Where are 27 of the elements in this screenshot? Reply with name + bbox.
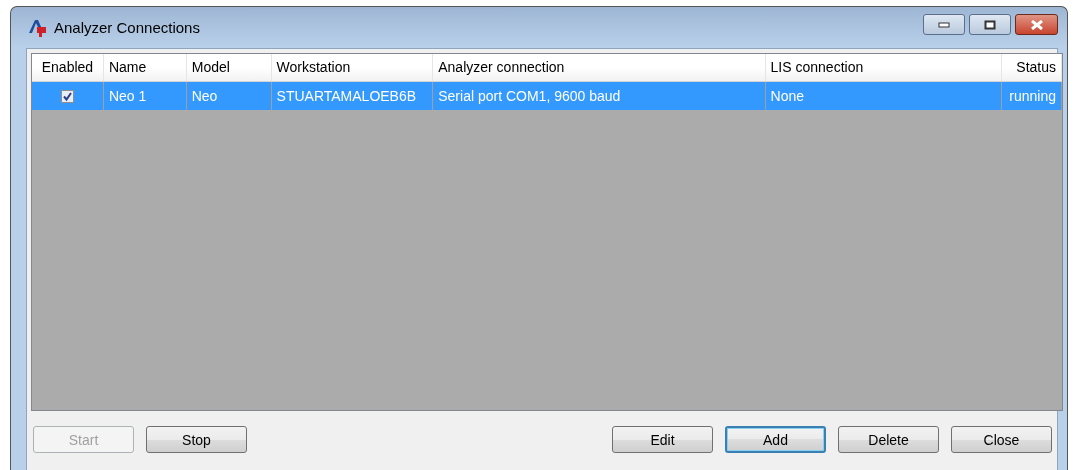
table-cell: STUARTAMALOEB6B — [276, 88, 417, 104]
action-button[interactable]: Stop — [146, 426, 247, 453]
table-cell: running — [1009, 88, 1056, 104]
minimize-button[interactable] — [923, 14, 965, 35]
column-header[interactable]: Name — [103, 54, 187, 81]
action-button[interactable]: Edit — [612, 426, 713, 453]
action-button[interactable]: Add — [725, 426, 826, 453]
close-icon — [1029, 19, 1044, 30]
window-title: Analyzer Connections — [54, 19, 200, 36]
action-button[interactable]: Delete — [838, 426, 939, 453]
table-cell: Neo 1 — [108, 88, 147, 104]
maximize-icon — [984, 19, 996, 30]
app-logo-icon — [28, 18, 48, 37]
column-header[interactable]: Status — [1002, 54, 1062, 81]
column-header[interactable]: Enabled — [32, 54, 104, 81]
minimize-icon — [938, 21, 950, 28]
table-cell: Serial port COM1, 9600 baud — [438, 88, 621, 104]
table-cell: Neo — [191, 88, 218, 104]
column-header[interactable]: Model — [186, 54, 272, 81]
enabled-checkbox[interactable] — [60, 89, 74, 103]
action-button[interactable]: Close — [951, 426, 1052, 453]
maximize-button[interactable] — [969, 14, 1011, 35]
column-header[interactable]: Analyzer connection — [433, 54, 766, 81]
close-window-button[interactable] — [1015, 14, 1058, 35]
column-header[interactable]: LIS connection — [765, 54, 1003, 81]
column-header[interactable]: Workstation — [271, 54, 434, 81]
table-cell: None — [770, 88, 805, 104]
